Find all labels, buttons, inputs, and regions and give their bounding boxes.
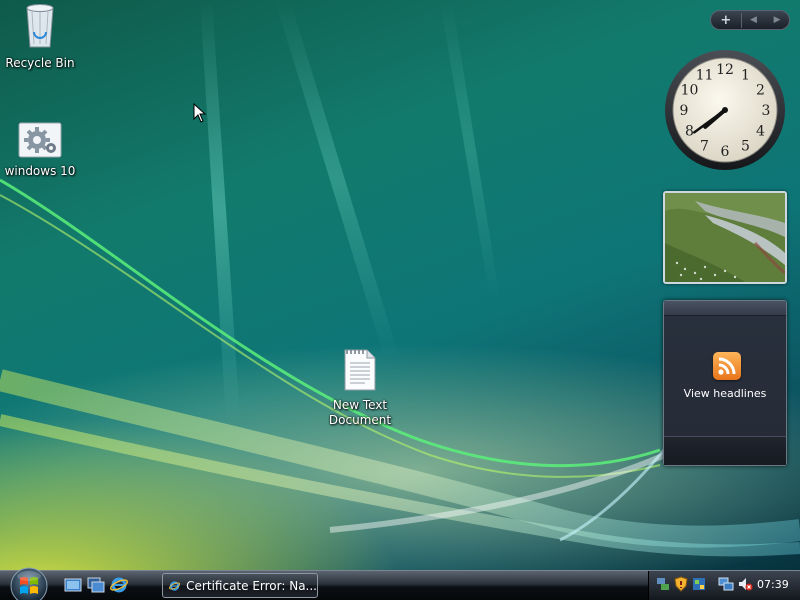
clock-numeral: 6 [721, 144, 730, 160]
internet-explorer-button[interactable] [110, 576, 128, 594]
clock-numeral: 9 [680, 103, 689, 119]
new-text-document-file[interactable]: New Text Document [320, 348, 400, 428]
desktop[interactable]: Recycle Bin windows 10 New Text Document… [0, 0, 800, 600]
network-status-icon[interactable] [655, 576, 671, 592]
windows-defender-icon[interactable] [691, 576, 707, 592]
clock-numeral: 7 [700, 139, 709, 155]
internet-explorer-icon [169, 580, 181, 591]
windows-10-label: windows 10 [4, 164, 76, 178]
new-text-document-label: New Text Document [328, 398, 392, 427]
settings-shortcut-icon [0, 122, 80, 162]
clock-numeral: 1 [741, 67, 750, 83]
clock-face: 12 12 3 45678 9 1011 [665, 50, 785, 170]
clock-numeral: 8 [685, 124, 694, 140]
recycle-bin-shortcut[interactable]: Recycle Bin [0, 2, 80, 71]
clock-numeral: 5 [741, 139, 750, 155]
text-document-icon [320, 348, 400, 396]
taskbar-button-label: Certificate Error: Na... [186, 578, 317, 593]
start-button[interactable] [6, 565, 52, 600]
clock-numeral: 10 [681, 83, 699, 99]
volume-muted-icon[interactable] [737, 576, 753, 592]
internet-explorer-icon [110, 577, 128, 593]
switch-windows-icon [87, 577, 105, 593]
show-desktop-button[interactable] [64, 576, 82, 594]
previous-page-button[interactable]: ◀ [742, 15, 766, 25]
clock-numeral: 3 [762, 103, 771, 119]
next-page-button[interactable]: ▶ [765, 15, 789, 25]
feed-footer-bar [664, 436, 786, 465]
windows-logo-icon [10, 567, 48, 600]
taskbar-clock[interactable]: 07:39 [757, 578, 789, 591]
security-warning-icon[interactable] [673, 576, 689, 592]
show-desktop-icon [64, 578, 82, 592]
sidebar-controls: + ◀ ▶ [710, 10, 790, 30]
recycle-bin-icon [0, 2, 80, 54]
rss-icon [713, 352, 741, 380]
slideshow-gadget[interactable] [663, 191, 787, 284]
feed-header-bar [664, 301, 786, 316]
clock-numeral: 4 [756, 124, 765, 140]
switch-windows-button[interactable] [87, 576, 105, 594]
clock-numeral: 2 [756, 83, 765, 99]
recycle-bin-label: Recycle Bin [5, 56, 75, 70]
view-headlines-link[interactable]: View headlines [664, 387, 786, 400]
add-gadget-button[interactable]: + [711, 12, 742, 28]
clock-numeral: 11 [696, 67, 714, 83]
clock-numeral: 12 [716, 62, 734, 78]
taskbar-button-certificate-error[interactable]: Certificate Error: Na... [162, 573, 318, 598]
clock-gadget[interactable]: 12 1 2 3 4 5 6 7 8 9 10 11 [663, 48, 787, 172]
feed-headlines-gadget[interactable]: View headlines [663, 300, 787, 466]
landscape-photo [665, 193, 785, 282]
mouse-cursor-icon [193, 103, 207, 123]
windows-10-shortcut[interactable]: windows 10 [0, 122, 80, 179]
network-connection-icon[interactable] [718, 576, 734, 592]
